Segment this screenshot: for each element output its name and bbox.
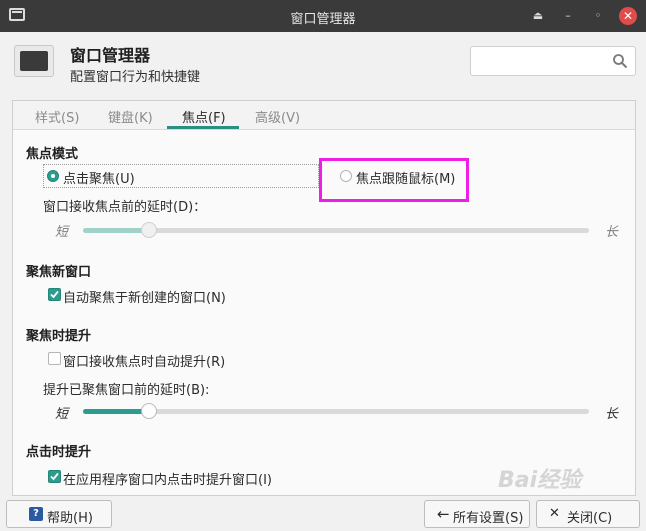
raise-delay-fill [83,409,149,414]
focus-delay-long-label: 长 [605,225,619,240]
focus-delay-fill [83,228,149,233]
raise-on-click-checkbox[interactable] [48,470,61,483]
focus-model-heading: 焦点模式 [26,147,79,162]
all-settings-label: 所有设置(S) [453,511,524,526]
tab-style[interactable]: 样式(S) [35,107,79,126]
auto-raise-label[interactable]: 窗口接收焦点时自动提升(R) [63,351,225,370]
click-to-focus-label[interactable]: 点击聚焦(U) [63,168,135,187]
search-icon [613,54,628,69]
tab-focus[interactable]: 焦点(F) [182,107,226,126]
raise-on-focus-heading: 聚焦时提升 [26,329,92,344]
close-button-label: 关闭(C) [567,511,613,526]
header-title: 窗口管理器 [70,46,151,65]
close-icon: ✕ [549,506,560,521]
dialog-header: 窗口管理器 配置窗口行为和快捷键 [0,32,646,94]
tab-advanced[interactable]: 高级(V) [255,107,300,126]
raise-delay-label: 提升已聚焦窗口前的延时(B): [43,383,210,398]
checkmark-icon [50,472,59,481]
raise-delay-slider[interactable] [83,403,589,419]
focus-delay-slider[interactable] [83,222,589,238]
maximize-button[interactable]: ◦ [589,7,607,25]
header-subtitle: 配置窗口行为和快捷键 [70,70,201,85]
window-title: 窗口管理器 [290,12,356,27]
new-window-heading: 聚焦新窗口 [26,265,92,280]
raise-on-click-label[interactable]: 在应用程序窗口内点击时提升窗口(I) [63,469,272,488]
watermark: Bai经验 [498,468,582,493]
back-arrow-icon: ← [437,505,450,523]
settings-notebook: 样式(S) 键盘(K) 焦点(F) 高级(V) 焦点模式 点击聚焦(U) 焦点跟… [12,100,636,496]
focus-delay-label: 窗口接收焦点前的延时(D)： [43,200,207,215]
shade-button[interactable]: ⏏ [529,7,547,25]
window-manager-icon [14,45,54,77]
raise-delay-short-label: 短 [55,407,69,422]
click-to-focus-radio[interactable] [47,170,59,182]
minimize-button[interactable]: – [559,7,577,25]
checkmark-icon [50,290,59,299]
tab-keyboard[interactable]: 键盘(K) [108,107,153,126]
search-input[interactable] [470,46,636,76]
help-icon: ? [29,507,43,521]
close-button[interactable]: ✕ 关闭(C) [536,500,640,528]
help-button-label: 帮助(H) [47,511,93,526]
auto-focus-label[interactable]: 自动聚焦于新创建的窗口(N) [63,287,226,306]
raise-on-click-heading: 点击时提升 [26,445,92,460]
highlight-annotation-box [319,158,469,202]
help-button[interactable]: ? 帮助(H) [6,500,112,528]
auto-raise-checkbox[interactable] [48,352,61,365]
title-bar: 窗口管理器 ⏏ – ◦ ✕ [0,0,646,32]
active-tab-indicator [167,126,239,129]
close-window-button[interactable]: ✕ [619,7,637,25]
all-settings-button[interactable]: ← 所有设置(S) [424,500,530,528]
auto-focus-checkbox[interactable] [48,288,61,301]
raise-delay-handle[interactable] [140,403,157,419]
raise-delay-long-label: 长 [605,407,619,422]
tab-bar: 样式(S) 键盘(K) 焦点(F) 高级(V) [13,101,635,130]
focus-delay-handle[interactable] [140,222,157,238]
focus-delay-short-label: 短 [55,225,69,240]
